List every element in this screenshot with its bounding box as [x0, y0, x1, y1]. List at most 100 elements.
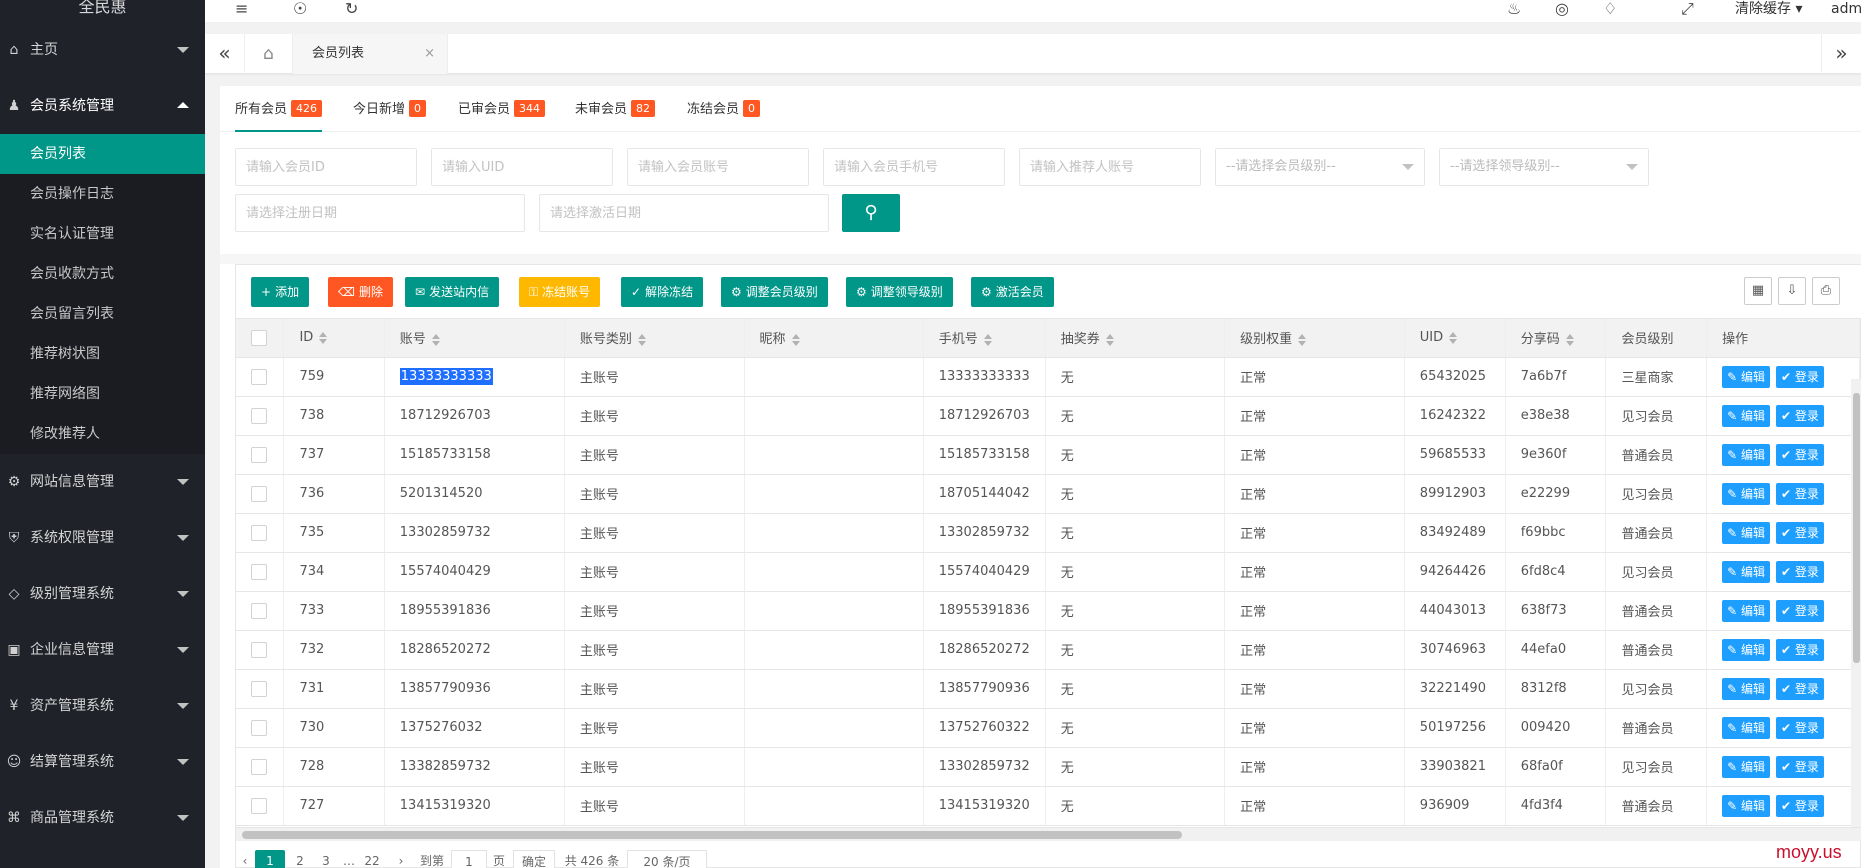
- member-level-select[interactable]: --请选择会员级别--: [1215, 148, 1425, 186]
- col-account-type[interactable]: 账号类别: [564, 319, 745, 358]
- tab-new-today[interactable]: 今日新增 0: [353, 100, 427, 120]
- horizontal-scrollbar[interactable]: [236, 827, 1861, 841]
- tabs-scroll-left-icon[interactable]: «: [205, 34, 245, 74]
- login-button[interactable]: ✔ 登录: [1776, 365, 1824, 388]
- phone-input[interactable]: [823, 148, 1005, 186]
- col-account[interactable]: 账号: [384, 319, 565, 358]
- row-checkbox[interactable]: [251, 407, 267, 424]
- table-row[interactable]: 735 13302859732 主账号 13302859732 无正常 83492489 f…: [236, 513, 1860, 553]
- col-weight[interactable]: 级别权重: [1224, 319, 1405, 358]
- sidebar-item[interactable]: 会员操作日志: [0, 174, 205, 214]
- sidebar-group[interactable]: ☺ 结算管理系统: [0, 734, 205, 790]
- edit-button[interactable]: ✎ 编辑: [1722, 638, 1771, 661]
- bell-icon[interactable]: ♨: [1507, 0, 1521, 18]
- row-checkbox[interactable]: [251, 524, 267, 541]
- sort-icon[interactable]: [1565, 333, 1574, 346]
- login-button[interactable]: ✔ 登录: [1776, 404, 1824, 427]
- member-id-input[interactable]: [235, 148, 417, 186]
- sidebar-item[interactable]: 实名认证管理: [0, 214, 205, 254]
- edit-button[interactable]: ✎ 编辑: [1722, 716, 1771, 739]
- tabs-scroll-right-icon[interactable]: »: [1821, 34, 1861, 74]
- row-select-cell[interactable]: [236, 552, 285, 592]
- sidebar-item[interactable]: 会员列表: [0, 134, 205, 174]
- sort-icon[interactable]: [1105, 333, 1114, 346]
- table-row[interactable]: 730 1375276032 主账号 13752760322 无正常 50197256 00…: [236, 708, 1860, 748]
- row-checkbox[interactable]: [251, 797, 267, 814]
- sidebar-group[interactable]: ♟ 会员系统管理: [0, 78, 205, 134]
- clear-cache-menu[interactable]: 清除缓存 ▾: [1735, 0, 1802, 18]
- edit-button[interactable]: ✎ 编辑: [1722, 443, 1771, 466]
- goto-confirm-button[interactable]: 确定: [513, 850, 555, 868]
- sort-icon[interactable]: [637, 333, 646, 346]
- print-icon[interactable]: ⎙: [1812, 277, 1840, 305]
- sort-icon[interactable]: [791, 333, 800, 346]
- row-checkbox[interactable]: [251, 485, 267, 502]
- login-button[interactable]: ✔ 登录: [1776, 794, 1824, 817]
- row-checkbox[interactable]: [251, 641, 267, 658]
- table-row[interactable]: 732 18286520272 主账号 18286520272 无正常 30746963 4…: [236, 630, 1860, 670]
- leader-level-select[interactable]: --请选择领导级别--: [1439, 148, 1649, 186]
- page-2[interactable]: 2: [289, 850, 311, 868]
- row-select-cell[interactable]: [236, 396, 285, 436]
- search-button[interactable]: ⚲: [842, 194, 900, 232]
- tab-member-list[interactable]: 会员列表 ×: [293, 34, 448, 74]
- table-row[interactable]: 733 18955391836 主账号 18955391836 无正常 44043013 6…: [236, 591, 1860, 631]
- table-row[interactable]: 731 13857790936 主账号 13857790936 无正常 32221490 8…: [236, 669, 1860, 709]
- edit-button[interactable]: ✎ 编辑: [1722, 794, 1771, 817]
- row-checkbox[interactable]: [251, 446, 267, 463]
- row-checkbox[interactable]: [251, 680, 267, 697]
- row-select-cell[interactable]: [236, 669, 285, 709]
- edit-button[interactable]: ✎ 编辑: [1722, 560, 1771, 583]
- edit-button[interactable]: ✎ 编辑: [1722, 482, 1771, 505]
- sidebar-item[interactable]: 会员收款方式: [0, 254, 205, 294]
- row-checkbox[interactable]: [251, 602, 267, 619]
- row-checkbox[interactable]: [251, 368, 267, 385]
- home-tab-icon[interactable]: ⌂: [245, 34, 293, 74]
- sidebar-group[interactable]: ⚙ 网站信息管理: [0, 454, 205, 510]
- sidebar-group[interactable]: ⌘ 商品管理系统: [0, 790, 205, 846]
- register-date-input[interactable]: [235, 194, 525, 232]
- page-last[interactable]: 22: [359, 850, 385, 868]
- select-all-cell[interactable]: [236, 319, 285, 358]
- table-row[interactable]: 738 18712926703 主账号 18712926703 无正常 16242322 e…: [236, 396, 1860, 436]
- tab-approved[interactable]: 已审会员 344: [458, 100, 546, 120]
- table-row[interactable]: 728 13382859732 主账号 13302859732 无正常 33903821 6…: [236, 747, 1860, 787]
- row-select-cell[interactable]: [236, 630, 285, 670]
- adjust-leader-level-button[interactable]: ⚙ 调整领导级别: [846, 277, 953, 307]
- row-select-cell[interactable]: [236, 591, 285, 631]
- sidebar-item[interactable]: 推荐树状图: [0, 334, 205, 374]
- sidebar-item[interactable]: 会员留言列表: [0, 294, 205, 334]
- fullscreen-icon[interactable]: ⤢: [1681, 0, 1694, 18]
- columns-filter-icon[interactable]: ▦: [1744, 277, 1772, 305]
- delete-button[interactable]: ⌫ 删除: [328, 277, 393, 307]
- activate-date-input[interactable]: [539, 194, 829, 232]
- uid-input[interactable]: [431, 148, 613, 186]
- select-all-checkbox[interactable]: [251, 329, 267, 346]
- edit-button[interactable]: ✎ 编辑: [1722, 365, 1771, 388]
- col-uid[interactable]: UID: [1404, 319, 1506, 358]
- globe-icon[interactable]: ☉: [293, 0, 307, 18]
- referrer-input[interactable]: [1019, 148, 1201, 186]
- unfreeze-button[interactable]: ✓ 解除冻结: [621, 277, 704, 307]
- row-select-cell[interactable]: [236, 747, 285, 787]
- prev-page-icon[interactable]: ‹: [235, 850, 255, 868]
- sort-icon[interactable]: [983, 333, 992, 346]
- add-button[interactable]: + 添加: [251, 277, 310, 307]
- row-select-cell[interactable]: [236, 474, 285, 514]
- palette-icon[interactable]: ◎: [1555, 0, 1569, 18]
- row-select-cell[interactable]: [236, 513, 285, 553]
- table-row[interactable]: 759 13333333333 主账号 13333333333 无正常 65432025 7…: [236, 357, 1860, 397]
- close-tab-icon[interactable]: ×: [424, 34, 435, 74]
- edit-button[interactable]: ✎ 编辑: [1722, 755, 1771, 778]
- send-message-button[interactable]: ✉ 发送站内信: [405, 277, 500, 307]
- row-checkbox[interactable]: [251, 563, 267, 580]
- sidebar-group[interactable]: ▣ 企业信息管理: [0, 622, 205, 678]
- page-1[interactable]: 1: [255, 850, 285, 868]
- login-button[interactable]: ✔ 登录: [1776, 599, 1824, 622]
- login-button[interactable]: ✔ 登录: [1776, 521, 1824, 544]
- table-row[interactable]: 737 15185733158 主账号 15185733158 无正常 59685533 9…: [236, 435, 1860, 475]
- col-nickname[interactable]: 昵称: [744, 319, 924, 358]
- col-id[interactable]: ID: [283, 319, 385, 358]
- col-phone[interactable]: 手机号: [923, 319, 1046, 358]
- sidebar-item[interactable]: 修改推荐人: [0, 414, 205, 454]
